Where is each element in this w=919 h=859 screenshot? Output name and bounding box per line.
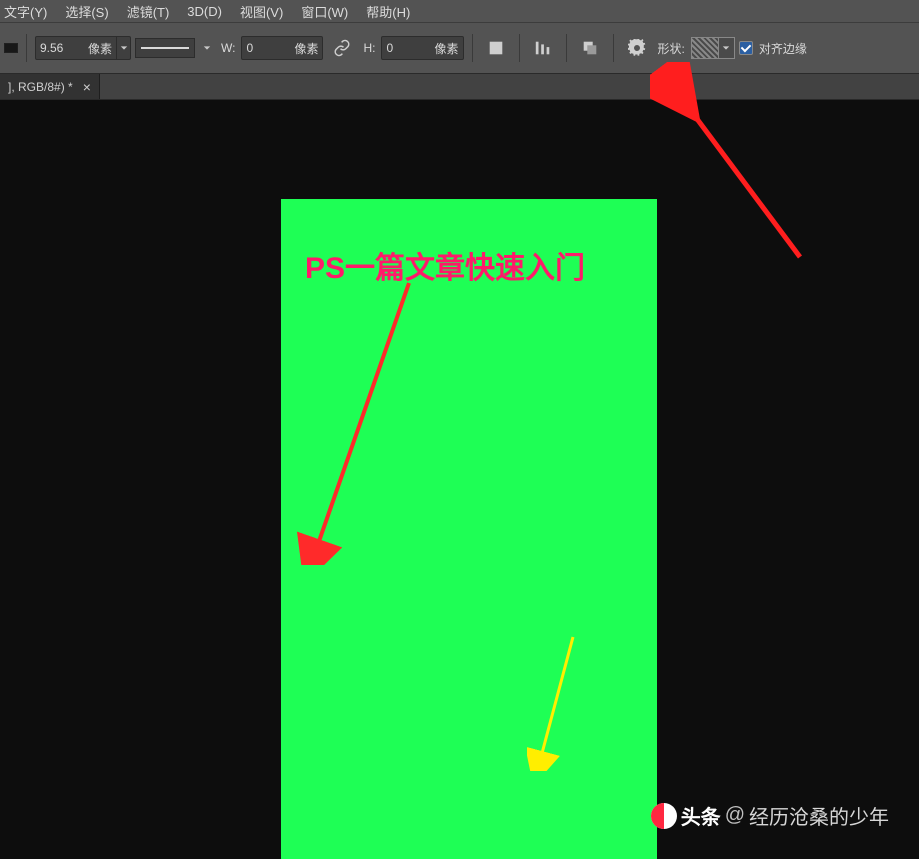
shape-preset-dropdown-icon[interactable] bbox=[719, 37, 735, 59]
watermark-logo-icon bbox=[651, 803, 677, 829]
width-input[interactable] bbox=[242, 41, 294, 55]
menu-bar: 文字(Y) 选择(S) 滤镜(T) 3D(D) 视图(V) 窗口(W) 帮助(H… bbox=[0, 0, 919, 22]
height-unit: 像素 bbox=[434, 40, 462, 57]
height-field[interactable]: 像素 bbox=[381, 36, 463, 60]
document-tab-strip: ], RGB/8#) * × bbox=[0, 74, 919, 100]
canvas-stage[interactable]: PS一篇文章快速入门 头条 @ 经历沧桑的少年 bbox=[0, 100, 919, 856]
shape-label: 形状: bbox=[656, 40, 687, 57]
artboard[interactable]: PS一篇文章快速入门 bbox=[281, 199, 657, 859]
stroke-width-field[interactable]: 像素 bbox=[35, 36, 131, 60]
watermark-name: 经历沧桑的少年 bbox=[749, 801, 889, 830]
menu-window[interactable]: 窗口(W) bbox=[301, 2, 348, 21]
path-arrange-icon[interactable] bbox=[575, 33, 605, 63]
path-align-icon[interactable] bbox=[528, 33, 558, 63]
annotation-arrow-red bbox=[297, 275, 427, 565]
align-edges-checkbox[interactable] bbox=[739, 41, 753, 55]
document-tab-title: ], RGB/8#) * bbox=[8, 80, 73, 94]
watermark: 头条 @ 经历沧桑的少年 bbox=[651, 801, 889, 830]
menu-select[interactable]: 选择(S) bbox=[65, 2, 108, 21]
shape-preset[interactable] bbox=[691, 37, 735, 59]
hatch-pattern-icon bbox=[691, 37, 719, 59]
options-bar: 像素 W: 像素 H: 像素 形状: 对齐边缘 bbox=[0, 22, 919, 74]
stroke-style-icon[interactable] bbox=[4, 43, 18, 53]
solid-line-icon bbox=[141, 47, 189, 49]
document-tab[interactable]: ], RGB/8#) * × bbox=[0, 74, 100, 99]
stroke-width-dropdown-icon[interactable] bbox=[116, 37, 130, 59]
link-wh-icon[interactable] bbox=[327, 33, 357, 63]
stroke-preset-dropdown-icon[interactable] bbox=[199, 44, 215, 52]
menu-3d[interactable]: 3D(D) bbox=[187, 4, 222, 19]
close-icon[interactable]: × bbox=[83, 80, 91, 94]
watermark-at: @ bbox=[725, 804, 745, 827]
annotation-arrow-yellow bbox=[527, 631, 587, 771]
stroke-width-input[interactable] bbox=[36, 41, 88, 55]
menu-help[interactable]: 帮助(H) bbox=[366, 2, 410, 21]
stroke-preset[interactable] bbox=[135, 38, 195, 58]
align-edges-label: 对齐边缘 bbox=[757, 40, 809, 57]
width-unit: 像素 bbox=[294, 40, 322, 57]
stroke-width-unit: 像素 bbox=[88, 40, 116, 57]
gear-icon[interactable] bbox=[622, 33, 652, 63]
width-label: W: bbox=[219, 41, 237, 55]
watermark-brand: 头条 bbox=[681, 801, 721, 830]
menu-filter[interactable]: 滤镜(T) bbox=[127, 2, 170, 21]
height-label: H: bbox=[361, 41, 377, 55]
path-operations-icon[interactable] bbox=[481, 33, 511, 63]
menu-view[interactable]: 视图(V) bbox=[240, 2, 283, 21]
canvas-headline: PS一篇文章快速入门 bbox=[305, 243, 585, 287]
height-input[interactable] bbox=[382, 41, 434, 55]
menu-text[interactable]: 文字(Y) bbox=[4, 2, 47, 21]
width-field[interactable]: 像素 bbox=[241, 36, 323, 60]
